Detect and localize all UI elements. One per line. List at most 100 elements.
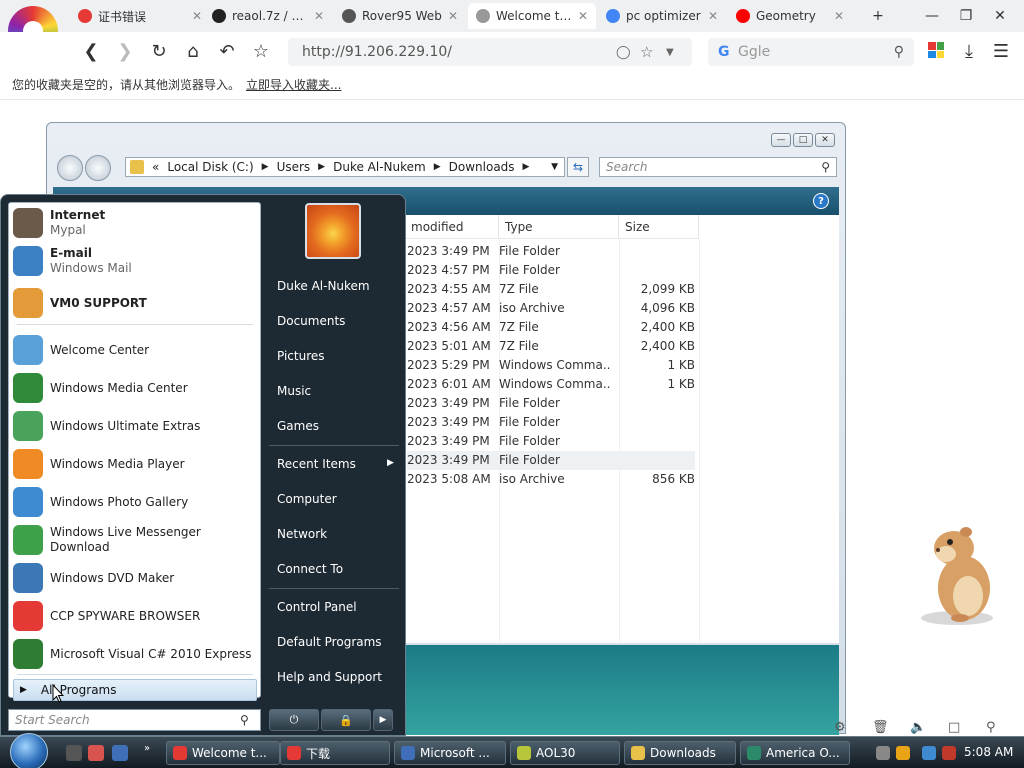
shutdown-options-arrow-icon[interactable]: ▶	[373, 709, 393, 731]
restore-icon[interactable]: ❐	[952, 4, 980, 28]
start-menu-program[interactable]: CCP SPYWARE BROWSER	[13, 598, 257, 634]
reload-icon[interactable]: ↻	[146, 38, 172, 64]
address-bar[interactable]: http://91.206.229.10/ ◯ ☆ ▼	[288, 38, 692, 66]
explorer-close-icon[interactable]: ✕	[815, 133, 835, 147]
start-menu-program[interactable]: Windows Live Messenger Download	[13, 522, 257, 558]
start-search-input[interactable]: Start Search ⚲	[8, 709, 261, 731]
download-icon[interactable]: ⤓	[956, 38, 982, 64]
reader-mode-icon[interactable]: ◯	[616, 38, 631, 66]
breadcrumb-item[interactable]: Downloads	[449, 160, 515, 174]
quicklaunch-more-icon[interactable]: »	[144, 743, 150, 754]
taskbar-button[interactable]: AOL30	[510, 741, 620, 765]
search-engine-box[interactable]: G Ggle ⚲	[708, 38, 914, 66]
rdp-window-icon[interactable]: □	[948, 718, 960, 736]
tab-close-icon[interactable]: ✕	[578, 9, 588, 23]
tab-close-icon[interactable]: ✕	[192, 9, 202, 23]
start-menu-program[interactable]: E-mail Windows Mail	[13, 243, 257, 279]
apps-grid-icon[interactable]	[928, 42, 944, 58]
explorer-maximize-icon[interactable]: □	[793, 133, 813, 147]
file-row[interactable]: 2023 3:49 PM File Folder	[407, 413, 695, 432]
file-row[interactable]: 2023 4:57 PM File Folder	[407, 261, 695, 280]
user-avatar[interactable]	[305, 203, 361, 259]
rdp-speaker-icon[interactable]: 🔈	[910, 718, 926, 736]
tray-network-icon[interactable]	[876, 746, 890, 760]
start-menu-link[interactable]: Computer	[267, 484, 399, 514]
power-icon[interactable]: ⏻	[269, 709, 319, 731]
explorer-address-bar[interactable]: « Local Disk (C:) ▶ Users ▶ Duke Al-Nukem ▶ Dow…	[125, 157, 565, 177]
forward-icon[interactable]: ❯	[112, 38, 138, 64]
minimize-icon[interactable]: —	[918, 4, 946, 28]
start-menu-link[interactable]: Music	[267, 376, 399, 406]
taskbar-button[interactable]: Microsoft ...	[394, 741, 506, 765]
tab-close-icon[interactable]: ✕	[708, 9, 718, 23]
new-tab-button[interactable]: +	[864, 4, 892, 28]
favorite-star-icon[interactable]: ☆	[640, 38, 653, 66]
file-row[interactable]: 2023 3:49 PM File Folder	[407, 451, 695, 470]
breadcrumb-item[interactable]: «	[152, 160, 159, 174]
quicklaunch-switch-icon[interactable]	[112, 745, 128, 761]
start-menu-program[interactable]: Microsoft Visual C# 2010 Express	[13, 636, 257, 672]
explorer-minimize-icon[interactable]: —	[771, 133, 791, 147]
breadcrumb-separator-icon[interactable]: ▶	[434, 162, 441, 172]
start-menu-link[interactable]: Recent Items	[267, 449, 399, 479]
explorer-forward-icon[interactable]	[85, 155, 111, 181]
file-row[interactable]: 2023 3:49 PM File Folder	[407, 432, 695, 451]
file-row[interactable]: 2023 4:57 AM iso Archive 4,096 KB	[407, 299, 695, 318]
taskbar-clock[interactable]: 5:08 AM	[964, 745, 1013, 759]
menu-icon[interactable]: ☰	[988, 38, 1014, 64]
rdp-trash-icon[interactable]: 🗑	[872, 718, 889, 736]
start-menu-program[interactable]: Welcome Center	[13, 332, 257, 368]
back-icon[interactable]: ❮	[78, 38, 104, 64]
file-row[interactable]: 2023 3:49 PM File Folder	[407, 242, 695, 261]
browser-tab[interactable]: reaol.7z / dov ✕	[204, 3, 332, 29]
bookmark-star-icon[interactable]: ☆	[248, 38, 274, 64]
start-menu-program[interactable]: Windows Photo Gallery	[13, 484, 257, 520]
rdp-settings-icon[interactable]: ⚙	[834, 718, 846, 736]
column-type[interactable]: Type	[499, 215, 619, 239]
refresh-icon[interactable]: ⇆	[567, 157, 589, 177]
all-programs-button[interactable]: ▶ All Programs	[13, 679, 257, 701]
column-size[interactable]: Size	[619, 215, 699, 239]
file-row[interactable]: 2023 6:01 AM Windows Comma... 1 KB	[407, 375, 695, 394]
lock-icon[interactable]: 🔒	[321, 709, 371, 731]
start-menu-program[interactable]: VM0 SUPPORT	[13, 285, 257, 321]
taskbar-button[interactable]: Downloads	[624, 741, 736, 765]
start-menu-program[interactable]: Windows DVD Maker	[13, 560, 257, 596]
browser-tab[interactable]: Welcome to n ✕	[468, 3, 596, 29]
quicklaunch-browser-icon[interactable]	[88, 745, 104, 761]
undo-icon[interactable]: ↶	[214, 38, 240, 64]
browser-tab[interactable]: 证书错误 ✕	[70, 3, 210, 29]
address-dropdown-icon[interactable]: ▼	[551, 162, 558, 172]
start-search-icon[interactable]: ⚲	[240, 713, 254, 727]
explorer-back-icon[interactable]	[57, 155, 83, 181]
start-menu-link[interactable]: Connect To	[267, 554, 399, 584]
browser-tab[interactable]: Geometry ✕	[728, 3, 852, 29]
breadcrumb-item[interactable]: Duke Al-Nukem	[333, 160, 426, 174]
tray-volume-muted-icon[interactable]	[942, 746, 956, 760]
start-menu-link[interactable]: Default Programs	[267, 627, 399, 657]
tab-close-icon[interactable]: ✕	[314, 9, 324, 23]
column-date-modified[interactable]: modified	[405, 215, 499, 239]
file-row[interactable]: 2023 3:49 PM File Folder	[407, 394, 695, 413]
start-menu-link[interactable]: Control Panel	[267, 592, 399, 622]
taskbar-button[interactable]: Welcome t...	[166, 741, 280, 765]
taskbar-button[interactable]: America O...	[740, 741, 850, 765]
start-menu-program[interactable]: Windows Media Player	[13, 446, 257, 482]
quicklaunch-desktop-icon[interactable]	[66, 745, 82, 761]
start-menu-link[interactable]: Documents	[267, 306, 399, 336]
import-bookmarks-link[interactable]: 立即导入收藏夹...	[246, 76, 341, 93]
start-orb-icon[interactable]	[10, 733, 48, 768]
start-menu-link[interactable]: Pictures	[267, 341, 399, 371]
explorer-search-input[interactable]: Search ⚲	[599, 157, 837, 177]
start-menu-link[interactable]: Network	[267, 519, 399, 549]
breadcrumb-item[interactable]: Users	[277, 160, 311, 174]
file-row[interactable]: 2023 4:55 AM 7Z File 2,099 KB	[407, 280, 695, 299]
breadcrumb-separator-icon[interactable]: ▶	[523, 162, 530, 172]
start-menu-program[interactable]: Windows Ultimate Extras	[13, 408, 257, 444]
browser-tab[interactable]: Rover95 Web ✕	[334, 3, 466, 29]
breadcrumb-item[interactable]: Local Disk (C:)	[167, 160, 253, 174]
file-row[interactable]: 2023 5:01 AM 7Z File 2,400 KB	[407, 337, 695, 356]
tab-close-icon[interactable]: ✕	[448, 9, 458, 23]
start-menu-program[interactable]: Internet Mypal	[13, 205, 257, 241]
home-icon[interactable]: ⌂	[180, 38, 206, 64]
